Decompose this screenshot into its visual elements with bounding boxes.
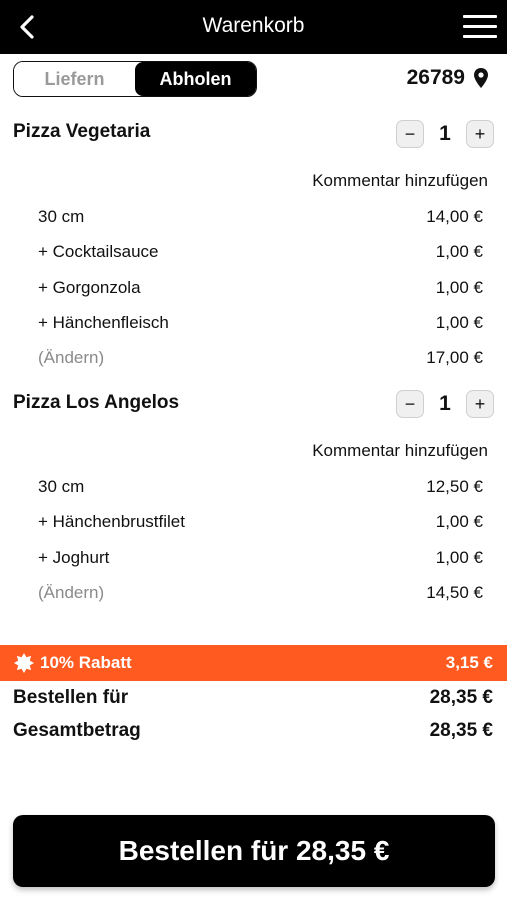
location-zip[interactable]: 26789 <box>407 66 489 90</box>
hamburger-menu-icon[interactable] <box>463 15 497 41</box>
zip-code: 26789 <box>406 66 465 89</box>
discount-label: 10% Rabatt <box>40 653 132 672</box>
edit-item-link[interactable]: (Ändern) <box>38 583 104 603</box>
decrease-quantity-button[interactable]: − <box>396 390 424 418</box>
grand-total-row: Gesamtbetrag 28,35 € <box>13 720 493 742</box>
total-value: 28,35 € <box>429 720 493 741</box>
discount-bar: 10% Rabatt 3,15 € <box>0 645 507 681</box>
edit-item-link[interactable]: (Ändern) <box>38 348 104 368</box>
add-comment-link[interactable]: Kommentar hinzufügen <box>312 171 488 191</box>
app-header: Warenkorb <box>0 0 507 54</box>
line-label: + Joghurt <box>38 548 110 567</box>
add-comment-link[interactable]: Kommentar hinzufügen <box>312 441 488 461</box>
line-label: 30 cm <box>38 207 85 226</box>
item-total-row: (Ändern) 14,50 € <box>38 583 483 603</box>
delivery-mode-toggle: Liefern Abholen <box>13 61 257 97</box>
line-price: 1,00 € <box>435 313 483 332</box>
line-price: 12,50 € <box>426 477 483 496</box>
line-price: 14,00 € <box>426 207 483 226</box>
line-label: + Hänchenfleisch <box>38 313 169 332</box>
line-item: + Hänchenfleisch 1,00 € <box>38 313 483 333</box>
quantity-value: 1 <box>439 392 451 415</box>
line-item: + Joghurt 1,00 € <box>38 548 483 568</box>
line-price: 1,00 € <box>435 278 483 297</box>
increase-quantity-button[interactable]: + <box>466 390 494 418</box>
line-item: + Cocktailsauce 1,00 € <box>38 242 483 262</box>
order-subtotal-row: Bestellen für 28,35 € <box>13 687 493 709</box>
item-total: 14,50 € <box>426 583 483 602</box>
line-item: + Hänchenbrustfilet 1,00 € <box>38 512 483 532</box>
order-label: Bestellen für <box>13 687 129 708</box>
line-label: + Gorgonzola <box>38 278 141 297</box>
location-pin-icon <box>474 68 488 88</box>
line-price: 1,00 € <box>435 548 483 567</box>
line-item: 30 cm 12,50 € <box>38 477 483 497</box>
item-total: 17,00 € <box>426 348 483 367</box>
discount-badge-icon <box>14 653 34 673</box>
item-total-row: (Ändern) 17,00 € <box>38 348 483 368</box>
order-value: 28,35 € <box>429 687 493 708</box>
toggle-abholen[interactable]: Abholen <box>135 62 256 96</box>
toggle-liefern[interactable]: Liefern <box>14 62 135 96</box>
quantity-stepper: − 1 + <box>396 390 494 418</box>
increase-quantity-button[interactable]: + <box>466 120 494 148</box>
quantity-value: 1 <box>439 122 451 145</box>
quantity-stepper: − 1 + <box>396 120 494 148</box>
place-order-button[interactable]: Bestellen für 28,35 € <box>13 815 495 887</box>
line-price: 1,00 € <box>435 242 483 261</box>
line-label: + Cocktailsauce <box>38 242 159 261</box>
item-name: Pizza Los Angelos <box>13 392 180 413</box>
item-name: Pizza Vegetaria <box>13 121 151 142</box>
total-label: Gesamtbetrag <box>13 720 141 741</box>
line-price: 1,00 € <box>435 512 483 531</box>
decrease-quantity-button[interactable]: − <box>396 120 424 148</box>
line-item: + Gorgonzola 1,00 € <box>38 278 483 298</box>
page-title: Warenkorb <box>202 14 305 37</box>
line-label: 30 cm <box>38 477 85 496</box>
line-item: 30 cm 14,00 € <box>38 207 483 227</box>
line-label: + Hänchenbrustfilet <box>38 512 185 531</box>
discount-amount: 3,15 € <box>445 653 493 672</box>
